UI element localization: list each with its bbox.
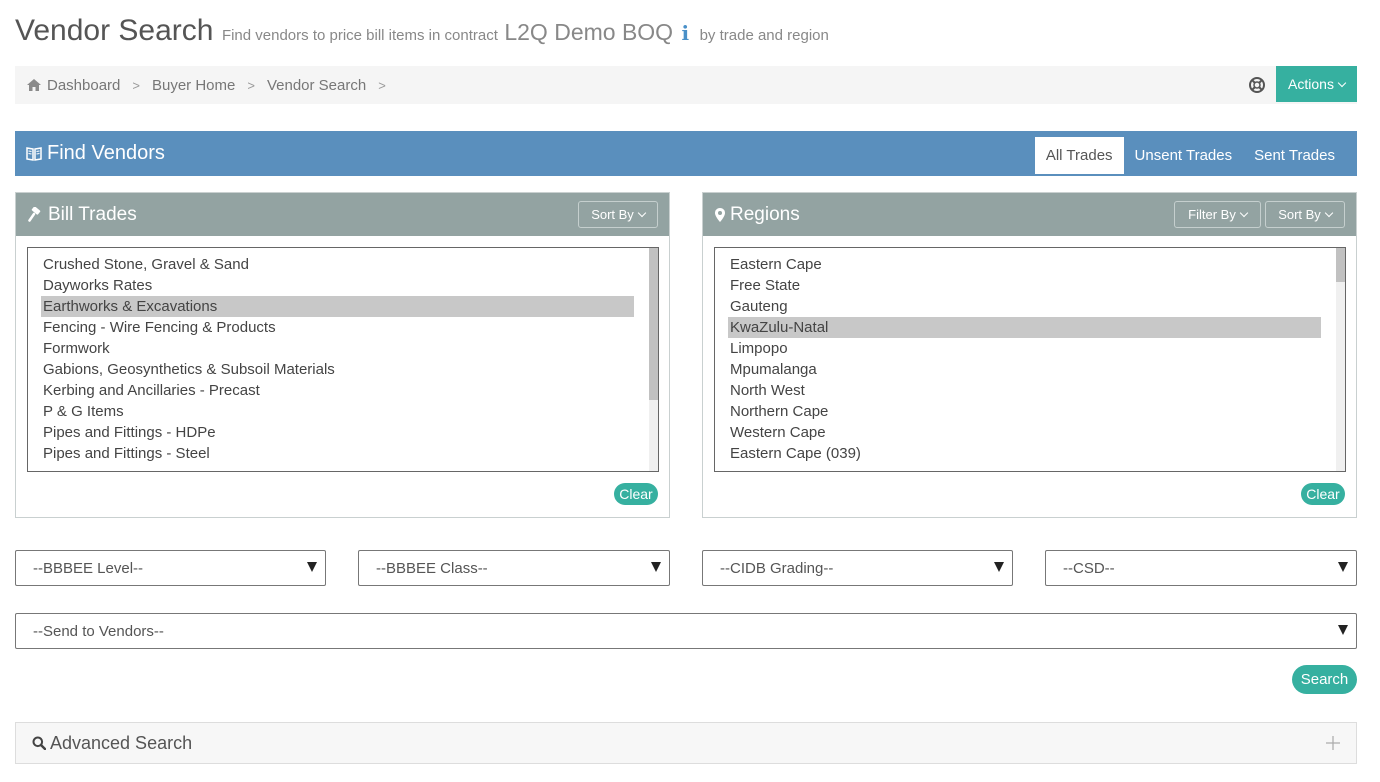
- tab-unsent-trades[interactable]: Unsent Trades: [1124, 137, 1244, 174]
- list-item[interactable]: Pipes and Fittings - HDPe: [28, 422, 635, 443]
- list-item[interactable]: Northern Cape: [715, 401, 1322, 422]
- hammer-icon: [28, 207, 41, 222]
- book-icon: [26, 146, 42, 161]
- list-item[interactable]: Eastern Cape (039): [715, 443, 1322, 464]
- send-to-vendors-select[interactable]: --Send to Vendors--: [15, 613, 1357, 649]
- help-icon[interactable]: [1249, 77, 1265, 93]
- contract-name: L2Q Demo BOQ: [504, 19, 674, 45]
- regions-sort-button[interactable]: Sort By: [1265, 201, 1345, 228]
- find-vendors-title: Find Vendors: [47, 142, 165, 164]
- find-vendors-heading: Find Vendors: [26, 131, 165, 176]
- regions-header: Regions Filter By Sort By: [703, 193, 1356, 236]
- home-icon: [27, 79, 41, 91]
- advanced-search-heading[interactable]: Advanced Search: [32, 723, 192, 763]
- find-vendors-bar: Find Vendors All Trades Unsent Trades Se…: [15, 131, 1357, 176]
- list-item[interactable]: Eastern Cape: [715, 254, 1322, 275]
- chevron-down-icon: [1324, 208, 1334, 218]
- dropdown-arrow-icon: [307, 562, 317, 572]
- trades-sort-button[interactable]: Sort By: [578, 201, 658, 228]
- advanced-search-title: Advanced Search: [50, 732, 193, 753]
- breadcrumb: Dashboard > Buyer Home > Vendor Search >: [27, 66, 398, 104]
- regions-sort-label: Sort By: [1278, 207, 1321, 222]
- trades-clear-button[interactable]: Clear: [614, 483, 658, 505]
- list-item[interactable]: Gabions, Geosynthetics & Subsoil Materia…: [28, 359, 635, 380]
- trades-sort-label: Sort By: [591, 207, 634, 222]
- regions-list: Eastern Cape Free State Gauteng KwaZulu-Nat…: [715, 254, 1322, 464]
- page-title: Vendor Search: [15, 14, 214, 47]
- regions-scroll-thumb[interactable]: [1336, 248, 1345, 282]
- plus-icon[interactable]: [1326, 736, 1340, 750]
- list-item[interactable]: Mpumalanga: [715, 359, 1322, 380]
- breadcrumb-separator: >: [247, 77, 255, 93]
- list-item[interactable]: Kerbing and Ancillaries - Precast: [28, 380, 635, 401]
- regions-clear-button[interactable]: Clear: [1301, 483, 1345, 505]
- advanced-search-panel[interactable]: Advanced Search: [15, 722, 1357, 764]
- page-subtitle-suffix: by trade and region: [699, 27, 829, 44]
- tab-all-trades[interactable]: All Trades: [1034, 137, 1124, 174]
- regions-panel: Regions Filter By Sort By Eastern Cape Fr…: [702, 192, 1357, 518]
- list-item[interactable]: Crushed Stone, Gravel & Sand: [28, 254, 635, 275]
- dropdown-arrow-icon: [1338, 625, 1348, 635]
- list-item[interactable]: North West: [715, 380, 1322, 401]
- actions-label: Actions: [1288, 76, 1334, 92]
- trades-scrollbar[interactable]: [649, 248, 658, 471]
- bbbee-level-value: --BBBEE Level--: [33, 559, 144, 577]
- breadcrumb-separator: >: [378, 77, 386, 93]
- list-item[interactable]: Dayworks Rates: [28, 275, 635, 296]
- cidb-grading-value: --CIDB Grading--: [720, 559, 834, 577]
- bill-trades-title: Bill Trades: [48, 203, 137, 225]
- cidb-grading-select[interactable]: --CIDB Grading--: [702, 550, 1013, 586]
- bbbee-class-value: --BBBEE Class--: [376, 559, 488, 577]
- bill-trades-header: Bill Trades Sort By: [16, 193, 669, 236]
- csd-value: --CSD--: [1063, 559, 1115, 577]
- list-item[interactable]: Free State: [715, 275, 1322, 296]
- breadcrumb-vendor-search[interactable]: Vendor Search: [267, 77, 366, 94]
- send-to-vendors-value: --Send to Vendors--: [33, 622, 164, 640]
- chevron-down-icon: [1239, 208, 1249, 218]
- trades-list: Crushed Stone, Gravel & Sand Dayworks Rat…: [28, 254, 635, 464]
- regions-filter-label: Filter By: [1188, 207, 1236, 222]
- bbbee-class-select[interactable]: --BBBEE Class--: [358, 550, 670, 586]
- breadcrumb-bar: Dashboard > Buyer Home > Vendor Search >…: [15, 66, 1357, 104]
- dropdown-arrow-icon: [651, 562, 661, 572]
- list-item[interactable]: Formwork: [28, 338, 635, 359]
- list-item[interactable]: Pipes and Fittings - Steel: [28, 443, 635, 464]
- search-icon: [32, 736, 46, 750]
- chevron-down-icon: [1337, 78, 1347, 87]
- bbbee-level-select[interactable]: --BBBEE Level--: [15, 550, 326, 586]
- actions-button[interactable]: Actions: [1276, 66, 1357, 102]
- breadcrumb-buyer-home[interactable]: Buyer Home: [152, 77, 235, 94]
- list-item[interactable]: Earthworks & Excavations: [41, 296, 634, 317]
- search-button[interactable]: Search: [1292, 665, 1357, 694]
- dropdown-arrow-icon: [994, 562, 1004, 572]
- regions-heading: Regions: [715, 193, 800, 236]
- map-marker-icon: [715, 207, 725, 222]
- page-header: Vendor Search Find vendors to price bill…: [15, 14, 829, 48]
- regions-listbox[interactable]: Eastern Cape Free State Gauteng KwaZulu-Nat…: [714, 247, 1346, 472]
- regions-filter-button[interactable]: Filter By: [1174, 201, 1261, 228]
- list-item[interactable]: Limpopo: [715, 338, 1322, 359]
- tab-sent-trades[interactable]: Sent Trades: [1243, 137, 1346, 174]
- breadcrumb-dashboard[interactable]: Dashboard: [47, 77, 120, 94]
- list-item[interactable]: Western Cape: [715, 422, 1322, 443]
- list-item[interactable]: P & G Items: [28, 401, 635, 422]
- regions-title: Regions: [730, 203, 800, 225]
- list-item[interactable]: Fencing - Wire Fencing & Products: [28, 317, 635, 338]
- bill-trades-heading: Bill Trades: [28, 193, 137, 236]
- info-icon[interactable]: i: [682, 21, 690, 45]
- bill-trades-panel: Bill Trades Sort By Crushed Stone, Grave…: [15, 192, 670, 518]
- trade-tabs: All Trades Unsent Trades Sent Trades: [1034, 137, 1346, 174]
- trades-scroll-thumb[interactable]: [649, 248, 658, 400]
- dropdown-arrow-icon: [1338, 562, 1348, 572]
- list-item[interactable]: Gauteng: [715, 296, 1322, 317]
- page-subtitle: Find vendors to price bill items in cont…: [221, 27, 498, 44]
- csd-select[interactable]: --CSD--: [1045, 550, 1357, 586]
- regions-scrollbar[interactable]: [1336, 248, 1345, 471]
- trades-listbox[interactable]: Crushed Stone, Gravel & Sand Dayworks Rat…: [27, 247, 659, 472]
- breadcrumb-separator: >: [132, 77, 140, 93]
- list-item[interactable]: KwaZulu-Natal: [728, 317, 1321, 338]
- chevron-down-icon: [637, 208, 647, 218]
